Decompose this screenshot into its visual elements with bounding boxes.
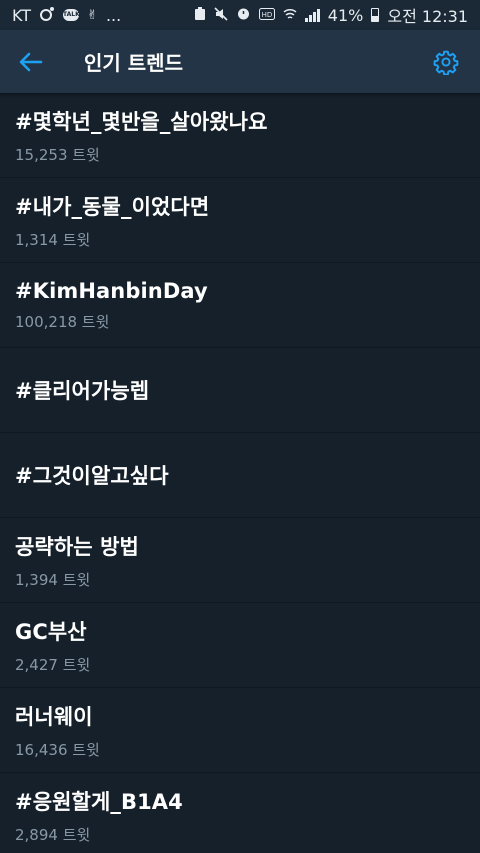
trend-item[interactable]: #그것이알고싶다 [0,433,480,518]
cell-signal-icon [304,8,320,22]
victory-hand-icon: ✌ [87,7,98,23]
trend-list: #몇학년_몇반을_살아왔나요 15,253 트윗 #내가_동물_이었다면 1,3… [0,93,480,853]
svg-text:HD: HD [261,11,272,19]
trend-tweet-count: 15,253 트윗 [15,145,100,164]
trend-item[interactable]: 러너웨이 16,436 트윗 [0,688,480,773]
trend-name: #클리어가능렙 [15,379,150,403]
back-button[interactable] [0,30,62,93]
trend-name: GC부산 [15,619,87,644]
kakaotalk-icon: TALK [63,9,80,21]
app-header: 인기 트렌드 [0,30,480,93]
trend-name: #KimHanbinDay [15,278,208,303]
trend-name: #응원할게_B1A4 [15,789,183,814]
trend-item[interactable]: 공략하는 방법 1,394 트윗 [0,518,480,603]
trend-tweet-count: 1,394 트윗 [15,570,91,589]
trend-tweet-count: 16,436 트윗 [15,740,100,759]
trend-item[interactable]: #내가_동물_이었다면 1,314 트윗 [0,178,480,263]
gear-icon [433,50,459,75]
battery-icon [371,8,380,22]
trend-name: 공략하는 방법 [15,534,139,559]
status-left: KT TALK ✌ ... [12,6,121,25]
status-bar: KT TALK ✌ ... HD 41% 오전 12:31 [0,0,480,30]
alarm-icon [236,6,251,24]
trend-name: #내가_동물_이었다면 [15,194,210,219]
trend-item[interactable]: #KimHanbinDay 100,218 트윗 [0,263,480,348]
trend-item[interactable]: #몇학년_몇반을_살아왔나요 15,253 트윗 [0,93,480,178]
trend-tweet-count: 2,427 트윗 [15,655,91,674]
trend-tweet-count: 100,218 트윗 [15,312,110,331]
wifi-icon [283,7,297,24]
carrier-label: KT [12,5,32,25]
settings-button[interactable] [426,30,466,93]
page-title: 인기 트렌드 [84,51,183,75]
back-arrow-icon [19,52,43,71]
trend-item[interactable]: GC부산 2,427 트윗 [0,603,480,688]
hd-voice-icon: HD [258,7,275,23]
trend-item[interactable]: #응원할게_B1A4 2,894 트윗 [0,773,480,853]
trend-tweet-count: 1,314 트윗 [15,230,91,249]
more-notifications-indicator: ... [105,5,122,25]
trend-name: #그것이알고싶다 [15,464,169,488]
status-right: HD 41% 오전 12:31 [194,3,468,27]
battery-saver-icon [194,6,206,24]
clock: 오전 12:31 [387,7,468,26]
trend-tweet-count: 2,894 트윗 [15,825,91,844]
trend-name: #몇학년_몇반을_살아왔나요 [15,109,268,134]
battery-percent: 41% [327,5,364,25]
trend-item[interactable]: #클리어가능렙 [0,348,480,433]
trend-name: 러너웨이 [15,704,93,729]
mute-icon [214,6,228,24]
app-notification-icon [39,6,55,25]
